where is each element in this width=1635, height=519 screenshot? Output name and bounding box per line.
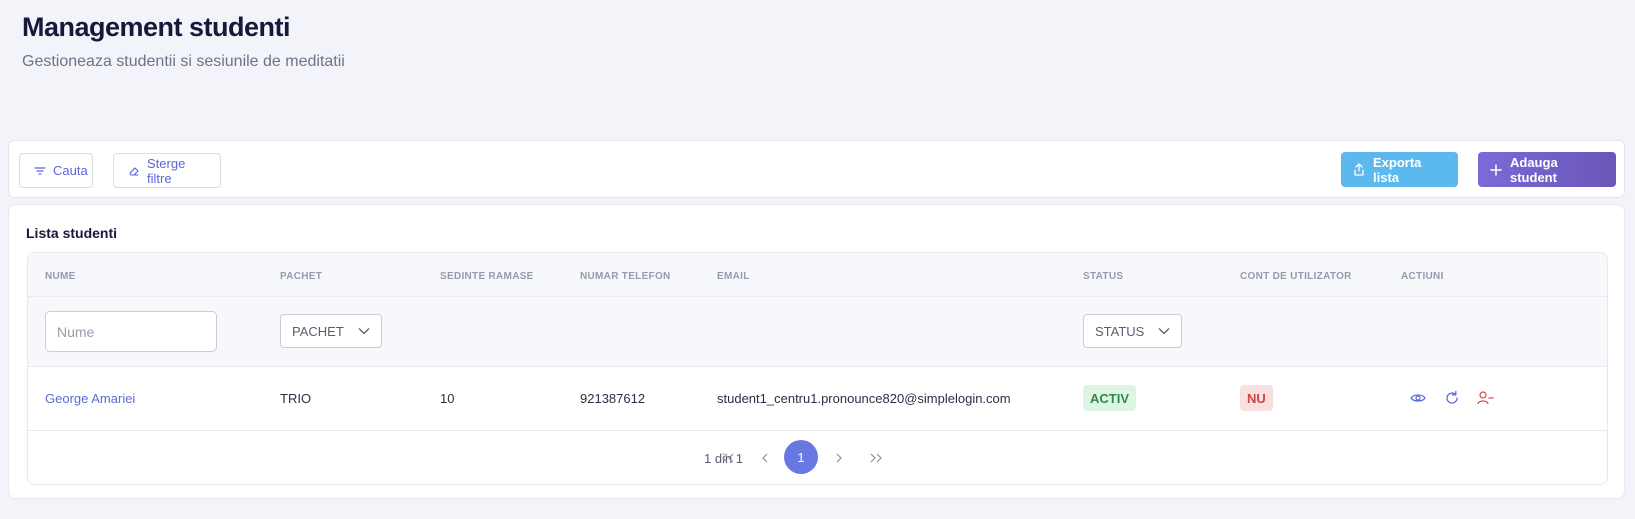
refresh-icon[interactable]: [1443, 389, 1461, 407]
column-header-actions: ACTIUNI: [1401, 271, 1444, 282]
filter-row: PACHET STATUS: [28, 297, 1607, 367]
chevron-down-icon: [358, 327, 370, 335]
first-page-icon[interactable]: [718, 447, 738, 469]
column-header-package[interactable]: PACHET: [280, 271, 322, 282]
eraser-icon: [128, 165, 140, 177]
column-header-user-account[interactable]: CONT DE UTILIZATOR: [1240, 271, 1352, 282]
search-button-label: Cauta: [53, 163, 88, 178]
name-filter-input[interactable]: [45, 311, 217, 352]
column-header-email[interactable]: EMAIL: [717, 271, 750, 282]
pagination: 1 din 1 1: [28, 431, 1607, 484]
add-student-button[interactable]: Adauga student: [1478, 152, 1616, 187]
column-header-sessions[interactable]: SEDINTE RAMASE: [440, 271, 534, 282]
export-list-button[interactable]: Exporta lista: [1341, 152, 1458, 187]
add-student-label: Adauga student: [1510, 154, 1558, 185]
package-filter-value: PACHET: [292, 323, 344, 339]
eye-icon[interactable]: [1409, 389, 1427, 407]
prev-page-icon[interactable]: [755, 447, 775, 469]
page-title: Management studenti: [22, 12, 291, 42]
export-list-label: Exporta lista: [1373, 154, 1422, 185]
next-page-icon[interactable]: [829, 447, 849, 469]
students-table: NUME PACHET SEDINTE RAMASE NUMAR TELEFON…: [27, 252, 1608, 485]
student-phone: 921387612: [580, 391, 646, 406]
clear-filters-button[interactable]: Sterge filtre: [113, 153, 221, 188]
last-page-icon[interactable]: [866, 447, 886, 469]
current-page-button[interactable]: 1: [784, 440, 818, 474]
student-email: student1_centru1.pronounce820@simplelogi…: [717, 391, 1011, 406]
page-header: Management studenti Gestioneaza studenti…: [22, 12, 345, 71]
status-filter-select[interactable]: STATUS: [1083, 314, 1182, 348]
column-header-name[interactable]: NUME: [45, 271, 76, 282]
page-subtitle: Gestioneaza studentii si sesiunile de me…: [22, 53, 345, 70]
plus-icon: [1490, 163, 1502, 176]
table-row: George Amariei TRIO 10 921387612 student…: [28, 367, 1607, 431]
students-card: Lista studenti NUME PACHET SEDINTE RAMAS…: [8, 204, 1625, 499]
search-button[interactable]: Cauta: [19, 153, 93, 188]
user-account-badge: NU: [1240, 385, 1273, 411]
column-header-status[interactable]: STATUS: [1083, 271, 1123, 282]
chevron-down-icon: [1158, 327, 1170, 335]
student-sessions-left: 10: [440, 391, 455, 406]
status-filter-value: STATUS: [1095, 323, 1145, 339]
status-badge: ACTIV: [1083, 385, 1136, 411]
card-title: Lista studenti: [26, 225, 118, 241]
clear-filters-label: Sterge filtre: [147, 155, 186, 186]
table-header: NUME PACHET SEDINTE RAMASE NUMAR TELEFON…: [28, 253, 1607, 297]
filter-lines-icon: [34, 165, 46, 177]
upload-icon: [1353, 163, 1365, 176]
filter-toolbar: Cauta Sterge filtre Exporta lista Adauga…: [8, 140, 1625, 198]
student-package: TRIO: [280, 391, 312, 406]
package-filter-select[interactable]: PACHET: [280, 314, 382, 348]
column-header-phone[interactable]: NUMAR TELEFON: [580, 271, 671, 282]
student-name-link[interactable]: George Amariei: [45, 391, 135, 406]
remove-user-icon[interactable]: [1476, 389, 1494, 407]
